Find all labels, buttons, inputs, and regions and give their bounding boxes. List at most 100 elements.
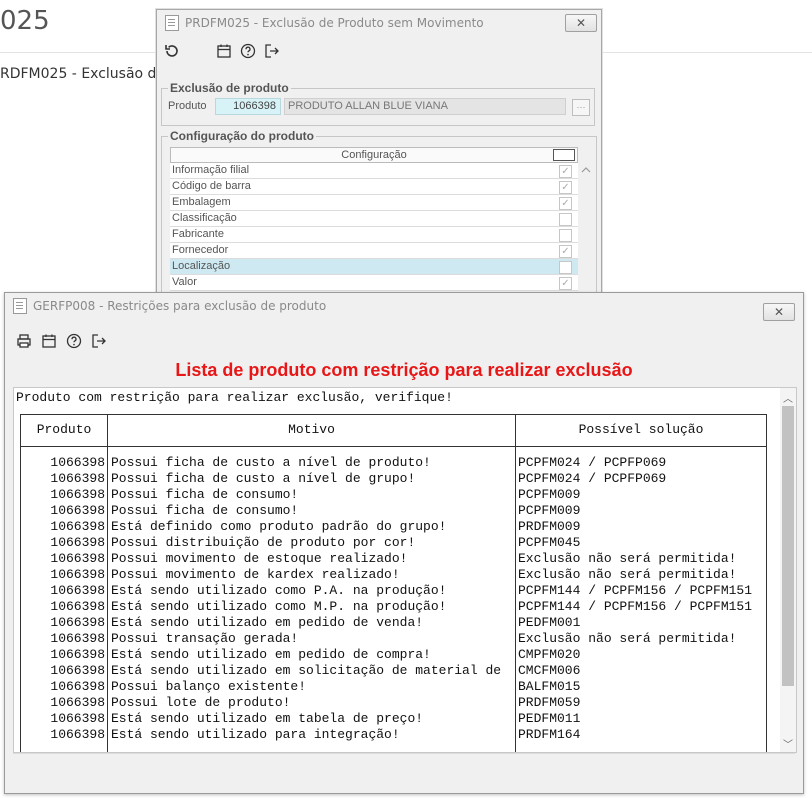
table-row: 1066398 Possui ficha de consumo! PCPFM009 — [21, 503, 764, 519]
cell-solucao: Exclusão não será permitida! — [518, 631, 737, 646]
config-row[interactable]: Valor ✓ — [170, 275, 578, 291]
cell-solucao: CMPFM020 — [518, 647, 581, 662]
config-row-label: Valor — [172, 276, 197, 288]
config-row-label: Informação filial — [172, 164, 250, 176]
cell-motivo: Está sendo utilizado em pedido de venda! — [111, 615, 424, 630]
cell-solucao: BALFM015 — [518, 679, 581, 694]
cell-produto: 1066398 — [50, 663, 105, 678]
config-row-label: Código de barra — [172, 180, 251, 192]
config-row[interactable]: Informação filial ✓ — [170, 163, 578, 179]
cell-solucao: PRDFM059 — [518, 695, 581, 710]
cell-motivo: Está sendo utilizado em solicitação de m… — [111, 663, 502, 678]
cell-produto: 1066398 — [50, 711, 105, 726]
cell-motivo: Está sendo utilizado para integração! — [111, 727, 400, 742]
cell-produto: 1066398 — [50, 535, 105, 550]
toolbar — [157, 36, 601, 66]
cell-motivo: Possui movimento de kardex realizado! — [111, 567, 400, 582]
scroll-up-icon[interactable]: ︿ — [783, 390, 793, 406]
table-row: 1066398 Possui movimento de estoque reali… — [21, 551, 764, 567]
config-row[interactable]: Classificação — [170, 211, 578, 227]
close-button[interactable]: ✕ — [763, 303, 795, 321]
scroll-up-icon[interactable] — [580, 164, 592, 176]
select-all-checkbox[interactable] — [553, 149, 575, 161]
table-row: 1066398 Possui transação gerada! Exclusão … — [21, 631, 764, 647]
table-row: 1066398 Está sendo utilizado como P.A. na… — [21, 583, 764, 599]
cell-produto: 1066398 — [50, 519, 105, 534]
calendar-icon[interactable] — [215, 42, 233, 60]
exit-icon[interactable] — [90, 332, 108, 350]
cell-solucao: PCPFM009 — [518, 503, 581, 518]
table-row: 1066398 Possui ficha de custo a nível de … — [21, 455, 764, 471]
exit-icon[interactable] — [263, 42, 281, 60]
config-row[interactable]: Fabricante — [170, 227, 578, 243]
config-checkbox[interactable]: ✓ — [559, 245, 572, 258]
table-row: 1066398 Está sendo utilizado para integra… — [21, 727, 764, 743]
group-configuracao: Configuração do produto Configuração Inf… — [161, 129, 597, 307]
config-header-label: Configuração — [341, 149, 407, 161]
page-title: 025 — [0, 6, 50, 36]
window-icon — [165, 15, 179, 31]
config-row[interactable]: Código de barra ✓ — [170, 179, 578, 195]
status-bar — [13, 753, 795, 786]
cell-produto: 1066398 — [50, 615, 105, 630]
cell-motivo: Possui balanço existente! — [111, 679, 307, 694]
produto-label: Produto — [168, 100, 207, 112]
table-row: 1066398 Possui balanço existente! BALFM015 — [21, 679, 764, 695]
scroll-down-icon[interactable]: ﹀ — [783, 736, 793, 752]
help-icon[interactable] — [65, 332, 83, 350]
config-checkbox[interactable]: ✓ — [559, 181, 572, 194]
cell-motivo: Possui movimento de estoque realizado! — [111, 551, 408, 566]
config-checkbox[interactable] — [559, 261, 572, 274]
scroll-thumb[interactable] — [782, 406, 794, 686]
table-row: 1066398 Está sendo utilizado em solicitaç… — [21, 663, 764, 679]
restriction-memo[interactable]: Produto com restrição para realizar excl… — [13, 387, 797, 753]
title-bar[interactable]: PRDFM025 - Exclusão de Produto sem Movim… — [157, 10, 601, 36]
cell-motivo: Está sendo utilizado como P.A. na produç… — [111, 583, 447, 598]
close-button[interactable]: ✕ — [565, 14, 597, 32]
cell-produto: 1066398 — [50, 727, 105, 742]
cell-solucao: PCPFM024 / PCPFP069 — [518, 455, 667, 470]
cell-solucao: PEDFM001 — [518, 615, 581, 630]
cell-solucao: PCPFM144 / PCPFM156 / PCPFM151 — [518, 599, 753, 614]
config-checkbox[interactable] — [559, 213, 572, 226]
cell-solucao: PCPFM144 / PCPFM156 / PCPFM151 — [518, 583, 753, 598]
config-row-selected[interactable]: Localização — [170, 259, 578, 275]
cell-motivo: Possui distribuição de produto por cor! — [111, 535, 416, 550]
cell-produto: 1066398 — [50, 471, 105, 486]
cell-motivo: Está sendo utilizado em pedido de compra… — [111, 647, 431, 662]
config-checkbox[interactable]: ✓ — [559, 197, 572, 210]
config-checkbox[interactable] — [559, 229, 572, 242]
config-row-label: Embalagem — [172, 196, 231, 208]
config-row[interactable]: Fornecedor ✓ — [170, 243, 578, 259]
config-row[interactable]: Embalagem ✓ — [170, 195, 578, 211]
product-code-field[interactable]: 1066398 — [215, 98, 281, 115]
table-row: 1066398 Possui movimento de kardex realiz… — [21, 567, 764, 583]
title-bar[interactable]: GERFP008 - Restrições para exclusão de p… — [5, 293, 803, 321]
config-header: Configuração — [170, 147, 578, 163]
cell-solucao: PRDFM164 — [518, 727, 581, 742]
cell-motivo: Possui ficha de custo a nível de produto… — [111, 455, 431, 470]
help-icon[interactable] — [239, 42, 257, 60]
config-table: Configuração Informação filial ✓ Código d… — [170, 147, 591, 291]
lookup-icon[interactable]: ⋯ — [572, 99, 590, 116]
cell-produto: 1066398 — [50, 583, 105, 598]
print-icon[interactable] — [15, 332, 33, 350]
table-row: 1066398 Está sendo utilizado em tabela de… — [21, 711, 764, 727]
toolbar — [5, 327, 803, 355]
calendar-icon[interactable] — [40, 332, 58, 350]
product-name-field: PRODUTO ALLAN BLUE VIANA — [284, 98, 566, 115]
table-row: 1066398 Está sendo utilizado como M.P. na… — [21, 599, 764, 615]
refresh-icon[interactable] — [163, 42, 181, 60]
config-checkbox[interactable]: ✓ — [559, 277, 572, 290]
config-scrollbar[interactable] — [580, 163, 592, 293]
cell-motivo: Está definido como produto padrão do gru… — [111, 519, 447, 534]
table-body: 1066398 Possui ficha de custo a nível de … — [21, 446, 766, 752]
table-row: 1066398 Possui ficha de custo a nível de … — [21, 471, 764, 487]
vertical-scrollbar[interactable]: ︿ ﹀ — [780, 388, 796, 752]
table-rows: 1066398 Possui ficha de custo a nível de … — [21, 455, 764, 743]
cell-produto: 1066398 — [50, 679, 105, 694]
group-label: Exclusão de produto — [168, 81, 291, 95]
cell-solucao: PCPFM024 / PCPFP069 — [518, 471, 667, 486]
table-row: 1066398 Está definido como produto padrão… — [21, 519, 764, 535]
config-checkbox[interactable]: ✓ — [559, 165, 572, 178]
